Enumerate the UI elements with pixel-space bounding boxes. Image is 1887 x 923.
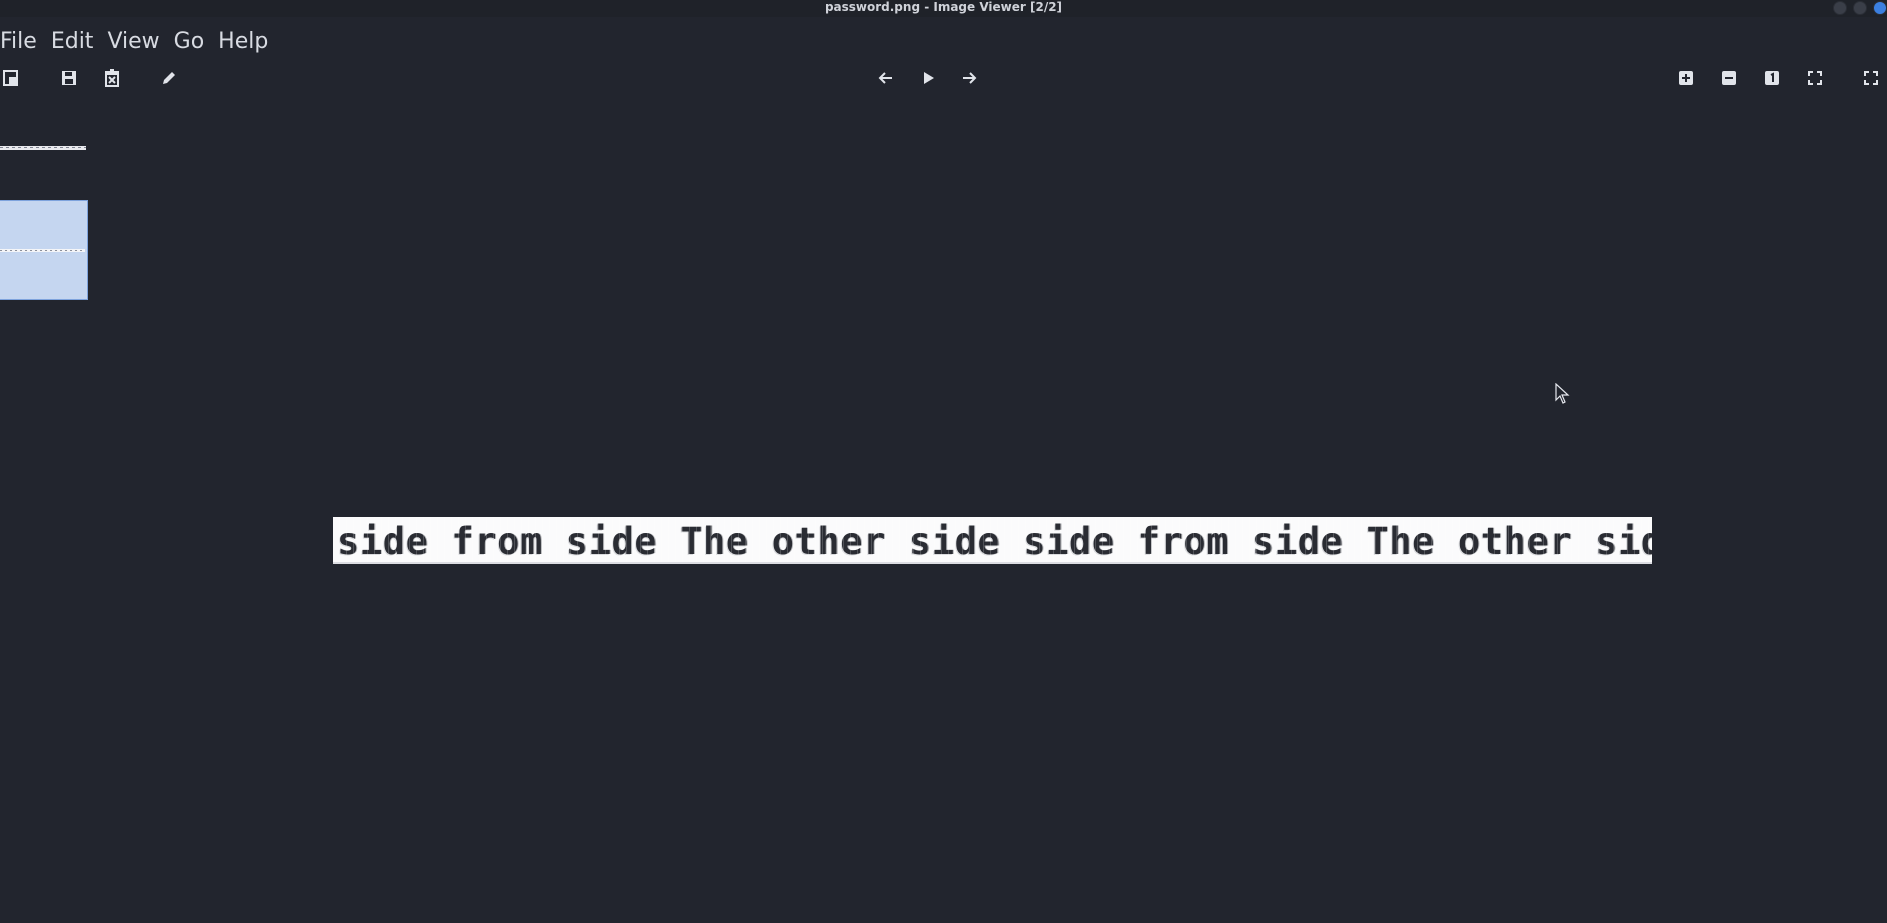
zoom-in-icon [1679,71,1693,85]
delete-button[interactable] [100,66,124,90]
menu-bar: File Edit View Go Help [0,24,276,60]
zoom-100-icon [1765,71,1779,85]
window-title: password.png - Image Viewer [2/2] [824,0,1063,14]
maximize-button[interactable] [1853,1,1867,15]
previous-image-button[interactable] [873,66,897,90]
save-button[interactable] [57,66,81,90]
menu-help[interactable]: Help [212,24,276,60]
menu-go[interactable]: Go [168,24,213,60]
save-icon [61,70,77,86]
thumbnail-item[interactable] [0,146,86,150]
zoom-in-button[interactable] [1674,66,1698,90]
thumbnail-item-selected[interactable] [0,200,88,300]
zoom-100-button[interactable] [1760,66,1784,90]
fullscreen-button[interactable] [1859,66,1883,90]
delete-icon [104,69,120,87]
edit-button[interactable] [157,66,181,90]
zoom-fit-button[interactable] [1803,66,1827,90]
play-icon [921,71,935,85]
close-button[interactable] [1873,1,1887,15]
menu-view[interactable]: View [101,24,167,60]
title-bar: password.png - Image Viewer [2/2] [0,0,1887,17]
zoom-out-icon [1722,71,1736,85]
fullscreen-icon [1864,71,1878,85]
thumbnail-strip [0,100,90,320]
minimize-button[interactable] [1833,1,1847,15]
image-text-content: side from side The other side side from … [337,520,1652,563]
zoom-out-button[interactable] [1717,66,1741,90]
edit-pencil-icon [161,70,177,86]
window-controls [1833,1,1887,15]
menu-edit[interactable]: Edit [45,24,102,60]
open-file-icon [3,69,21,87]
image-viewer-window: password.png - Image Viewer [2/2] File E… [0,0,1887,923]
next-image-button[interactable] [958,66,982,90]
arrow-left-icon [877,71,893,85]
open-file-button[interactable] [0,66,24,90]
mouse-cursor-icon [1555,382,1571,405]
arrow-right-icon [962,71,978,85]
menu-file[interactable]: File [0,24,45,60]
slideshow-button[interactable] [916,66,940,90]
zoom-fit-icon [1808,71,1822,85]
displayed-image[interactable]: side from side The other side side from … [333,517,1652,564]
thumbnail-preview [0,249,85,252]
